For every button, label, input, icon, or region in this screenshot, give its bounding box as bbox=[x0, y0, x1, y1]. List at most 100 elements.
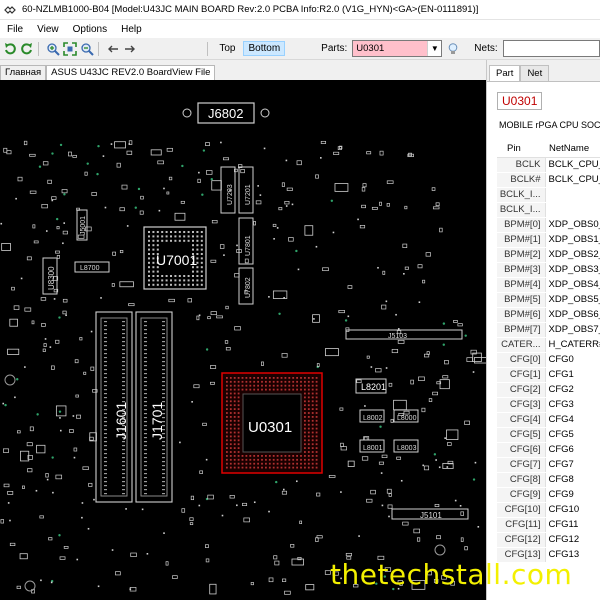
zoom-in-icon[interactable] bbox=[46, 41, 60, 57]
table-row[interactable]: CFG[7] CFG7 bbox=[497, 457, 600, 473]
connector-pin bbox=[122, 377, 125, 379]
l8000-label: L8000 bbox=[397, 415, 417, 422]
table-row[interactable]: CFG[1] CFG1 bbox=[497, 367, 600, 383]
table-row[interactable]: CFG[5] CFG5 bbox=[497, 427, 600, 443]
cpu-pin bbox=[307, 392, 310, 395]
chevron-down-icon[interactable]: ▼ bbox=[427, 41, 442, 56]
top-side-button[interactable]: Top bbox=[215, 42, 239, 55]
pin-cell: BPM#[4] bbox=[497, 277, 546, 293]
connector-pin bbox=[162, 361, 165, 363]
rotate-right-icon[interactable] bbox=[20, 41, 34, 57]
tab-net[interactable]: Net bbox=[520, 65, 550, 81]
table-row[interactable]: BPM#[3] XDP_OBS3_ bbox=[497, 262, 600, 278]
board-drawing[interactable]: J6802 U7001 U7203 U7201 U7801 U7802 J500… bbox=[0, 80, 486, 600]
cpu-pin bbox=[268, 455, 271, 457]
smd-component bbox=[89, 436, 94, 441]
table-row[interactable]: CATER... H_CATERR# bbox=[497, 337, 600, 353]
cpu-pin bbox=[233, 423, 236, 426]
table-row[interactable]: BPM#[4] XDP_OBS4_ bbox=[497, 277, 600, 293]
pin-cell: BPM#[2] bbox=[497, 247, 546, 263]
connector-pin bbox=[162, 349, 165, 351]
via bbox=[295, 249, 298, 253]
cpu-pin bbox=[245, 462, 248, 465]
table-row[interactable]: CFG[9] CFG9 bbox=[497, 487, 600, 503]
parts-combobox[interactable]: ▼ bbox=[352, 40, 443, 57]
cpu-pin bbox=[300, 388, 302, 391]
netname-cell: CFG5 bbox=[548, 429, 574, 440]
zoom-fit-icon[interactable] bbox=[62, 41, 77, 57]
table-row[interactable]: CFG[4] CFG4 bbox=[497, 412, 600, 428]
tab-part[interactable]: Part bbox=[489, 65, 521, 81]
title-bar: 60-NZLMB1000-B04 [Model:U43JC MAIN BOARD… bbox=[0, 0, 600, 20]
chip-pin bbox=[183, 275, 186, 277]
table-row[interactable]: BPM#[7] XDP_OBS7_ bbox=[497, 322, 600, 338]
table-row[interactable]: CFG[8] CFG8 bbox=[497, 472, 600, 488]
table-row[interactable]: CFG[10] CFG10 bbox=[497, 502, 600, 518]
chip-pin bbox=[196, 231, 199, 233]
column-header-netname[interactable]: NetName bbox=[545, 140, 600, 158]
smd-component bbox=[83, 371, 87, 375]
menu-help[interactable]: Help bbox=[114, 24, 149, 35]
menu-options[interactable]: Options bbox=[66, 24, 114, 35]
smd-component bbox=[3, 448, 9, 453]
table-row[interactable]: BCLK# BCLK_CPU_ bbox=[497, 172, 600, 188]
l8700-label: L8700 bbox=[80, 265, 100, 272]
chip-pin bbox=[196, 248, 199, 251]
nets-input[interactable] bbox=[502, 40, 600, 57]
cpu-pin bbox=[237, 408, 240, 410]
forward-arrow-icon[interactable] bbox=[123, 41, 137, 57]
cpu-pin bbox=[229, 377, 232, 379]
table-row[interactable]: BPM#[6] XDP_OBS6_ bbox=[497, 307, 600, 323]
cpu-pin bbox=[229, 443, 232, 446]
table-row[interactable]: CFG[3] CFG3 bbox=[497, 397, 600, 413]
cpu-pin bbox=[284, 380, 287, 383]
connector-pin bbox=[144, 365, 147, 367]
table-row[interactable]: CFG[0] CFG0 bbox=[497, 352, 600, 368]
back-arrow-icon[interactable] bbox=[106, 41, 120, 57]
cpu-pin bbox=[229, 404, 232, 407]
chip-pin bbox=[192, 248, 194, 251]
menu-file[interactable]: File bbox=[0, 24, 30, 35]
ic-component bbox=[19, 553, 28, 560]
table-row[interactable]: CFG[2] CFG2 bbox=[497, 382, 600, 398]
column-header-pin[interactable]: Pin bbox=[497, 140, 545, 158]
connector-pin bbox=[162, 485, 165, 487]
rotate-left-icon[interactable] bbox=[3, 41, 17, 57]
smd-pad bbox=[20, 277, 23, 280]
via bbox=[36, 413, 39, 416]
chip-pin bbox=[192, 275, 194, 277]
cpu-pin bbox=[261, 377, 263, 379]
connector-pin bbox=[122, 445, 125, 447]
chip-pin bbox=[165, 283, 168, 286]
netname-cell: CFG8 bbox=[548, 474, 574, 485]
table-row[interactable]: BCLK_I... bbox=[497, 202, 600, 218]
table-row[interactable]: BPM#[5] XDP_OBS5_ bbox=[497, 292, 600, 308]
smd-component bbox=[447, 442, 452, 446]
board-view-canvas[interactable]: J6802 U7001 U7203 U7201 U7801 U7802 J500… bbox=[0, 80, 486, 600]
connector-pin bbox=[162, 381, 165, 383]
table-row[interactable]: BPM#[2] XDP_OBS2_ bbox=[497, 247, 600, 263]
menu-view[interactable]: View bbox=[30, 24, 66, 35]
cpu-pin bbox=[280, 377, 283, 379]
table-row[interactable]: BCLK BCLK_CPU_ bbox=[497, 157, 600, 173]
table-row[interactable]: CFG[12] CFG12 bbox=[497, 532, 600, 548]
connector-pin bbox=[104, 373, 107, 375]
smd-pad bbox=[198, 171, 200, 174]
zoom-out-icon[interactable] bbox=[80, 41, 94, 57]
table-row[interactable]: BPM#[1] XDP_OBS1_ bbox=[497, 232, 600, 248]
cpu-pin bbox=[233, 466, 236, 469]
tab-home[interactable]: Главная bbox=[0, 65, 47, 80]
cpu-pin bbox=[288, 377, 291, 379]
bottom-side-button[interactable]: Bottom bbox=[243, 41, 286, 56]
table-row[interactable]: CFG[6] CFG6 bbox=[497, 442, 600, 458]
table-row[interactable]: BCLK_I... bbox=[497, 187, 600, 203]
connector-pin bbox=[144, 401, 147, 403]
smd-component bbox=[320, 140, 327, 144]
tab-boardview-file[interactable]: ASUS U43JC REV2.0 BoardView File bbox=[46, 65, 216, 80]
cpu-pin bbox=[311, 431, 314, 434]
table-row[interactable]: CFG[11] CFG11 bbox=[497, 517, 600, 533]
lightbulb-icon[interactable] bbox=[446, 41, 460, 57]
table-row[interactable]: BPM#[0] XDP_OBS0_ bbox=[497, 217, 600, 233]
smd-pad bbox=[236, 504, 238, 507]
chip-pin bbox=[152, 266, 155, 269]
